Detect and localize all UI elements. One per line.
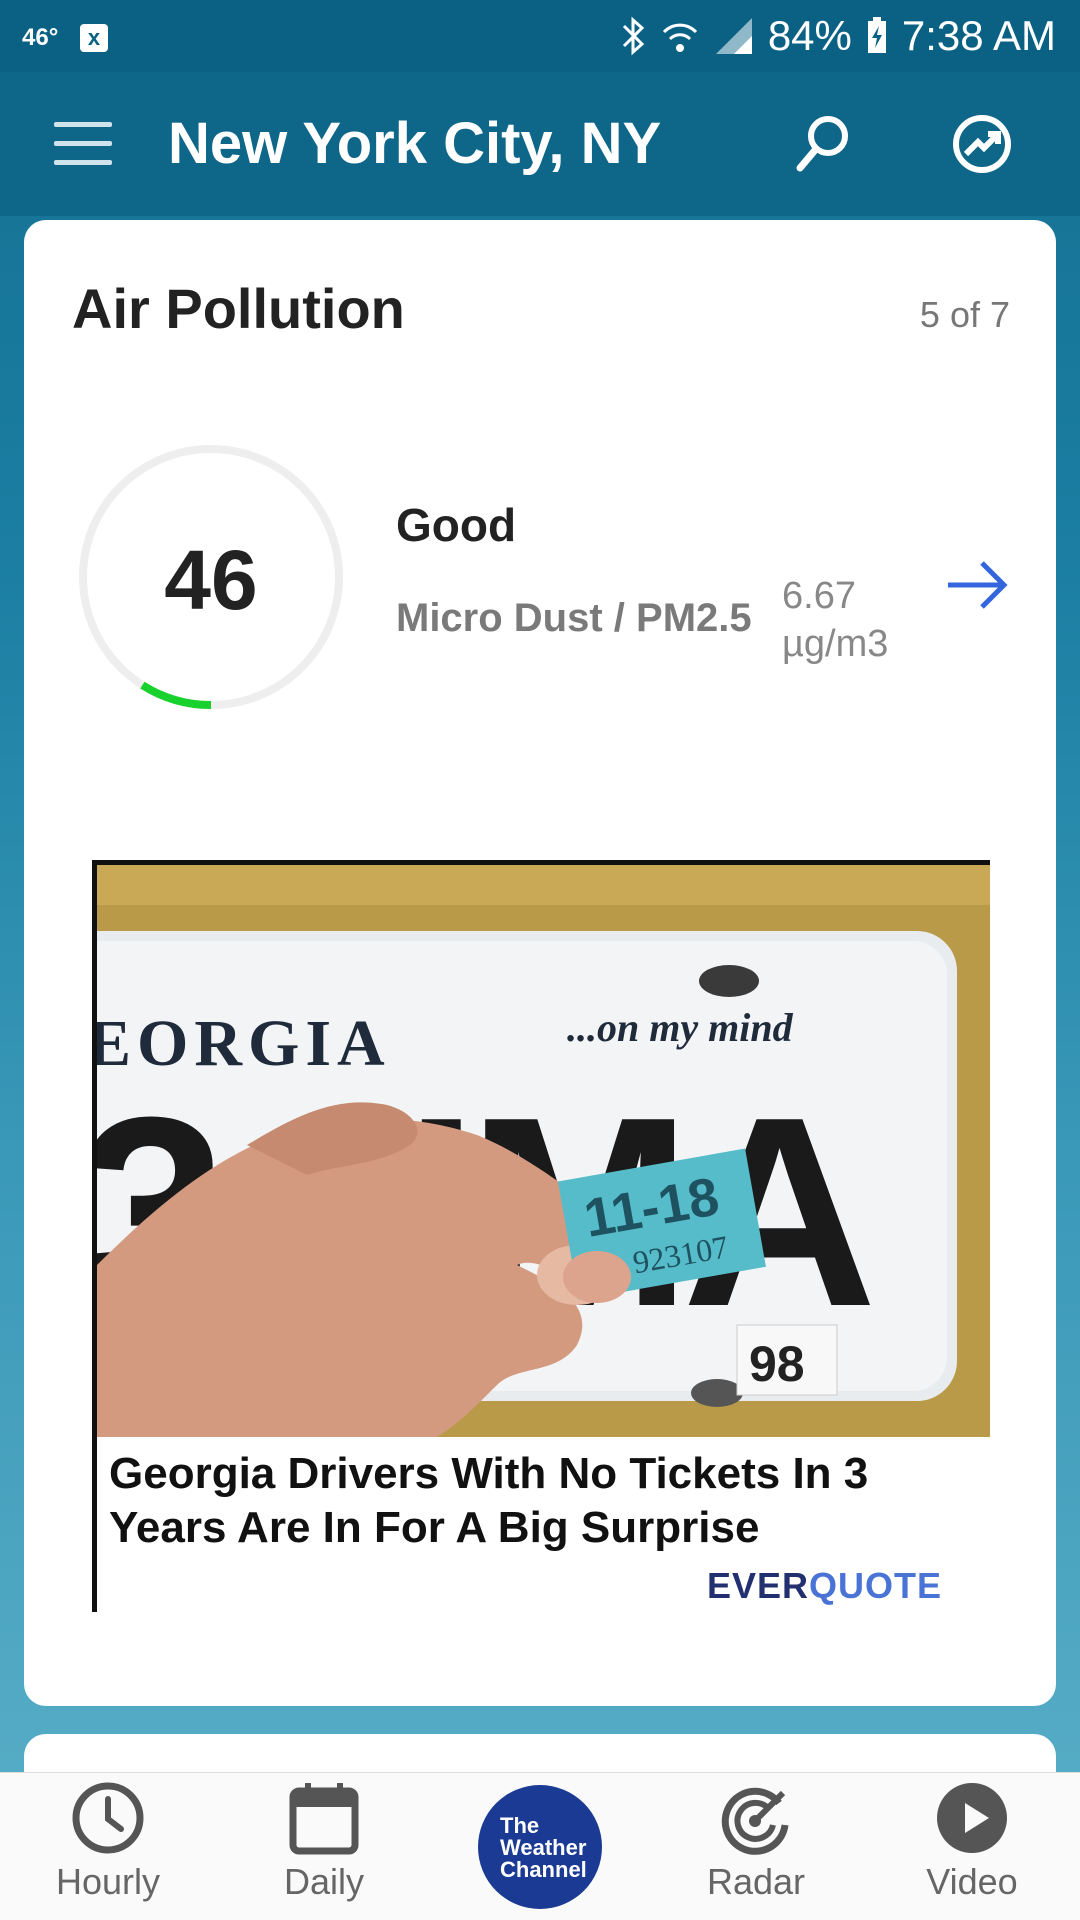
plate-slogan-text: ...on my mind xyxy=(567,1005,794,1050)
radar-icon xyxy=(719,1781,793,1855)
plate-corner-number: 98 xyxy=(749,1336,805,1392)
bluetooth-icon xyxy=(620,16,646,56)
ad-image[interactable]: EORGIA ...on my mind 3 UMA 98 11-18 9231… xyxy=(97,865,990,1437)
play-icon xyxy=(935,1781,1009,1855)
logo-line-3: Channel xyxy=(500,1857,587,1882)
nav-label-radar: Radar xyxy=(706,1861,806,1902)
card-title: Air Pollution xyxy=(72,277,405,340)
status-bar: 46° x 84% 7:38 AM xyxy=(0,0,1080,72)
signal-icon xyxy=(714,16,754,56)
logo-line-2: Weather xyxy=(500,1835,587,1860)
trending-location-icon[interactable] xyxy=(950,112,1014,176)
card-page-indicator: 5 of 7 xyxy=(919,294,1010,335)
pollutant-value: 6.67 xyxy=(782,575,856,617)
status-temperature: 46° xyxy=(22,24,59,51)
arrow-right-icon[interactable] xyxy=(942,550,1012,620)
logo-line-1: The xyxy=(500,1813,540,1838)
status-time: 7:38 AM xyxy=(901,12,1056,59)
ad-brand-part-1: EVER xyxy=(706,1565,809,1606)
app-bar: New York City, NY xyxy=(0,72,1080,216)
aqi-value: 46 xyxy=(164,533,258,627)
aqi-gauge-fill xyxy=(140,681,212,709)
clock-icon xyxy=(71,1781,145,1855)
search-icon[interactable] xyxy=(790,112,854,176)
nav-video[interactable]: Video xyxy=(872,1781,1072,1903)
notification-icon: x xyxy=(80,24,108,52)
nav-daily[interactable]: Daily xyxy=(224,1781,424,1903)
location-title[interactable]: New York City, NY xyxy=(168,110,661,177)
bottom-navigation: Hourly Daily The Weather Channel Radar V… xyxy=(0,1772,1080,1920)
ad-brand-logo[interactable]: EVERQUOTE xyxy=(707,1565,942,1607)
status-right: 84% 7:38 AM xyxy=(620,12,1056,60)
sponsored-ad[interactable]: EORGIA ...on my mind 3 UMA 98 11-18 9231… xyxy=(92,860,990,1612)
nav-radar[interactable]: Radar xyxy=(656,1781,856,1903)
air-pollution-card: Air Pollution 5 of 7 46 Good Micro Dust … xyxy=(24,220,1056,1706)
ad-headline[interactable]: Georgia Drivers With No Tickets In 3 Yea… xyxy=(109,1447,969,1555)
pollutant-unit: µg/m3 xyxy=(782,623,889,665)
menu-icon[interactable] xyxy=(54,122,112,166)
battery-icon xyxy=(866,17,888,55)
pollutant-name: Micro Dust / PM2.5 xyxy=(396,596,752,640)
the-weather-channel-logo[interactable]: The Weather Channel xyxy=(478,1785,602,1909)
nav-label-hourly: Hourly xyxy=(55,1861,161,1902)
pollutant-reading: 6.67 µg/m3 xyxy=(782,572,888,668)
wifi-icon xyxy=(660,16,700,56)
calendar-icon xyxy=(287,1781,361,1855)
nav-label-video: Video xyxy=(926,1861,1018,1902)
nav-hourly[interactable]: Hourly xyxy=(8,1781,208,1903)
air-quality-status: Good xyxy=(396,499,517,551)
ad-brand-part-2: QUOTE xyxy=(808,1565,942,1606)
nav-label-daily: Daily xyxy=(283,1861,364,1902)
battery-percent: 84% xyxy=(767,12,852,59)
